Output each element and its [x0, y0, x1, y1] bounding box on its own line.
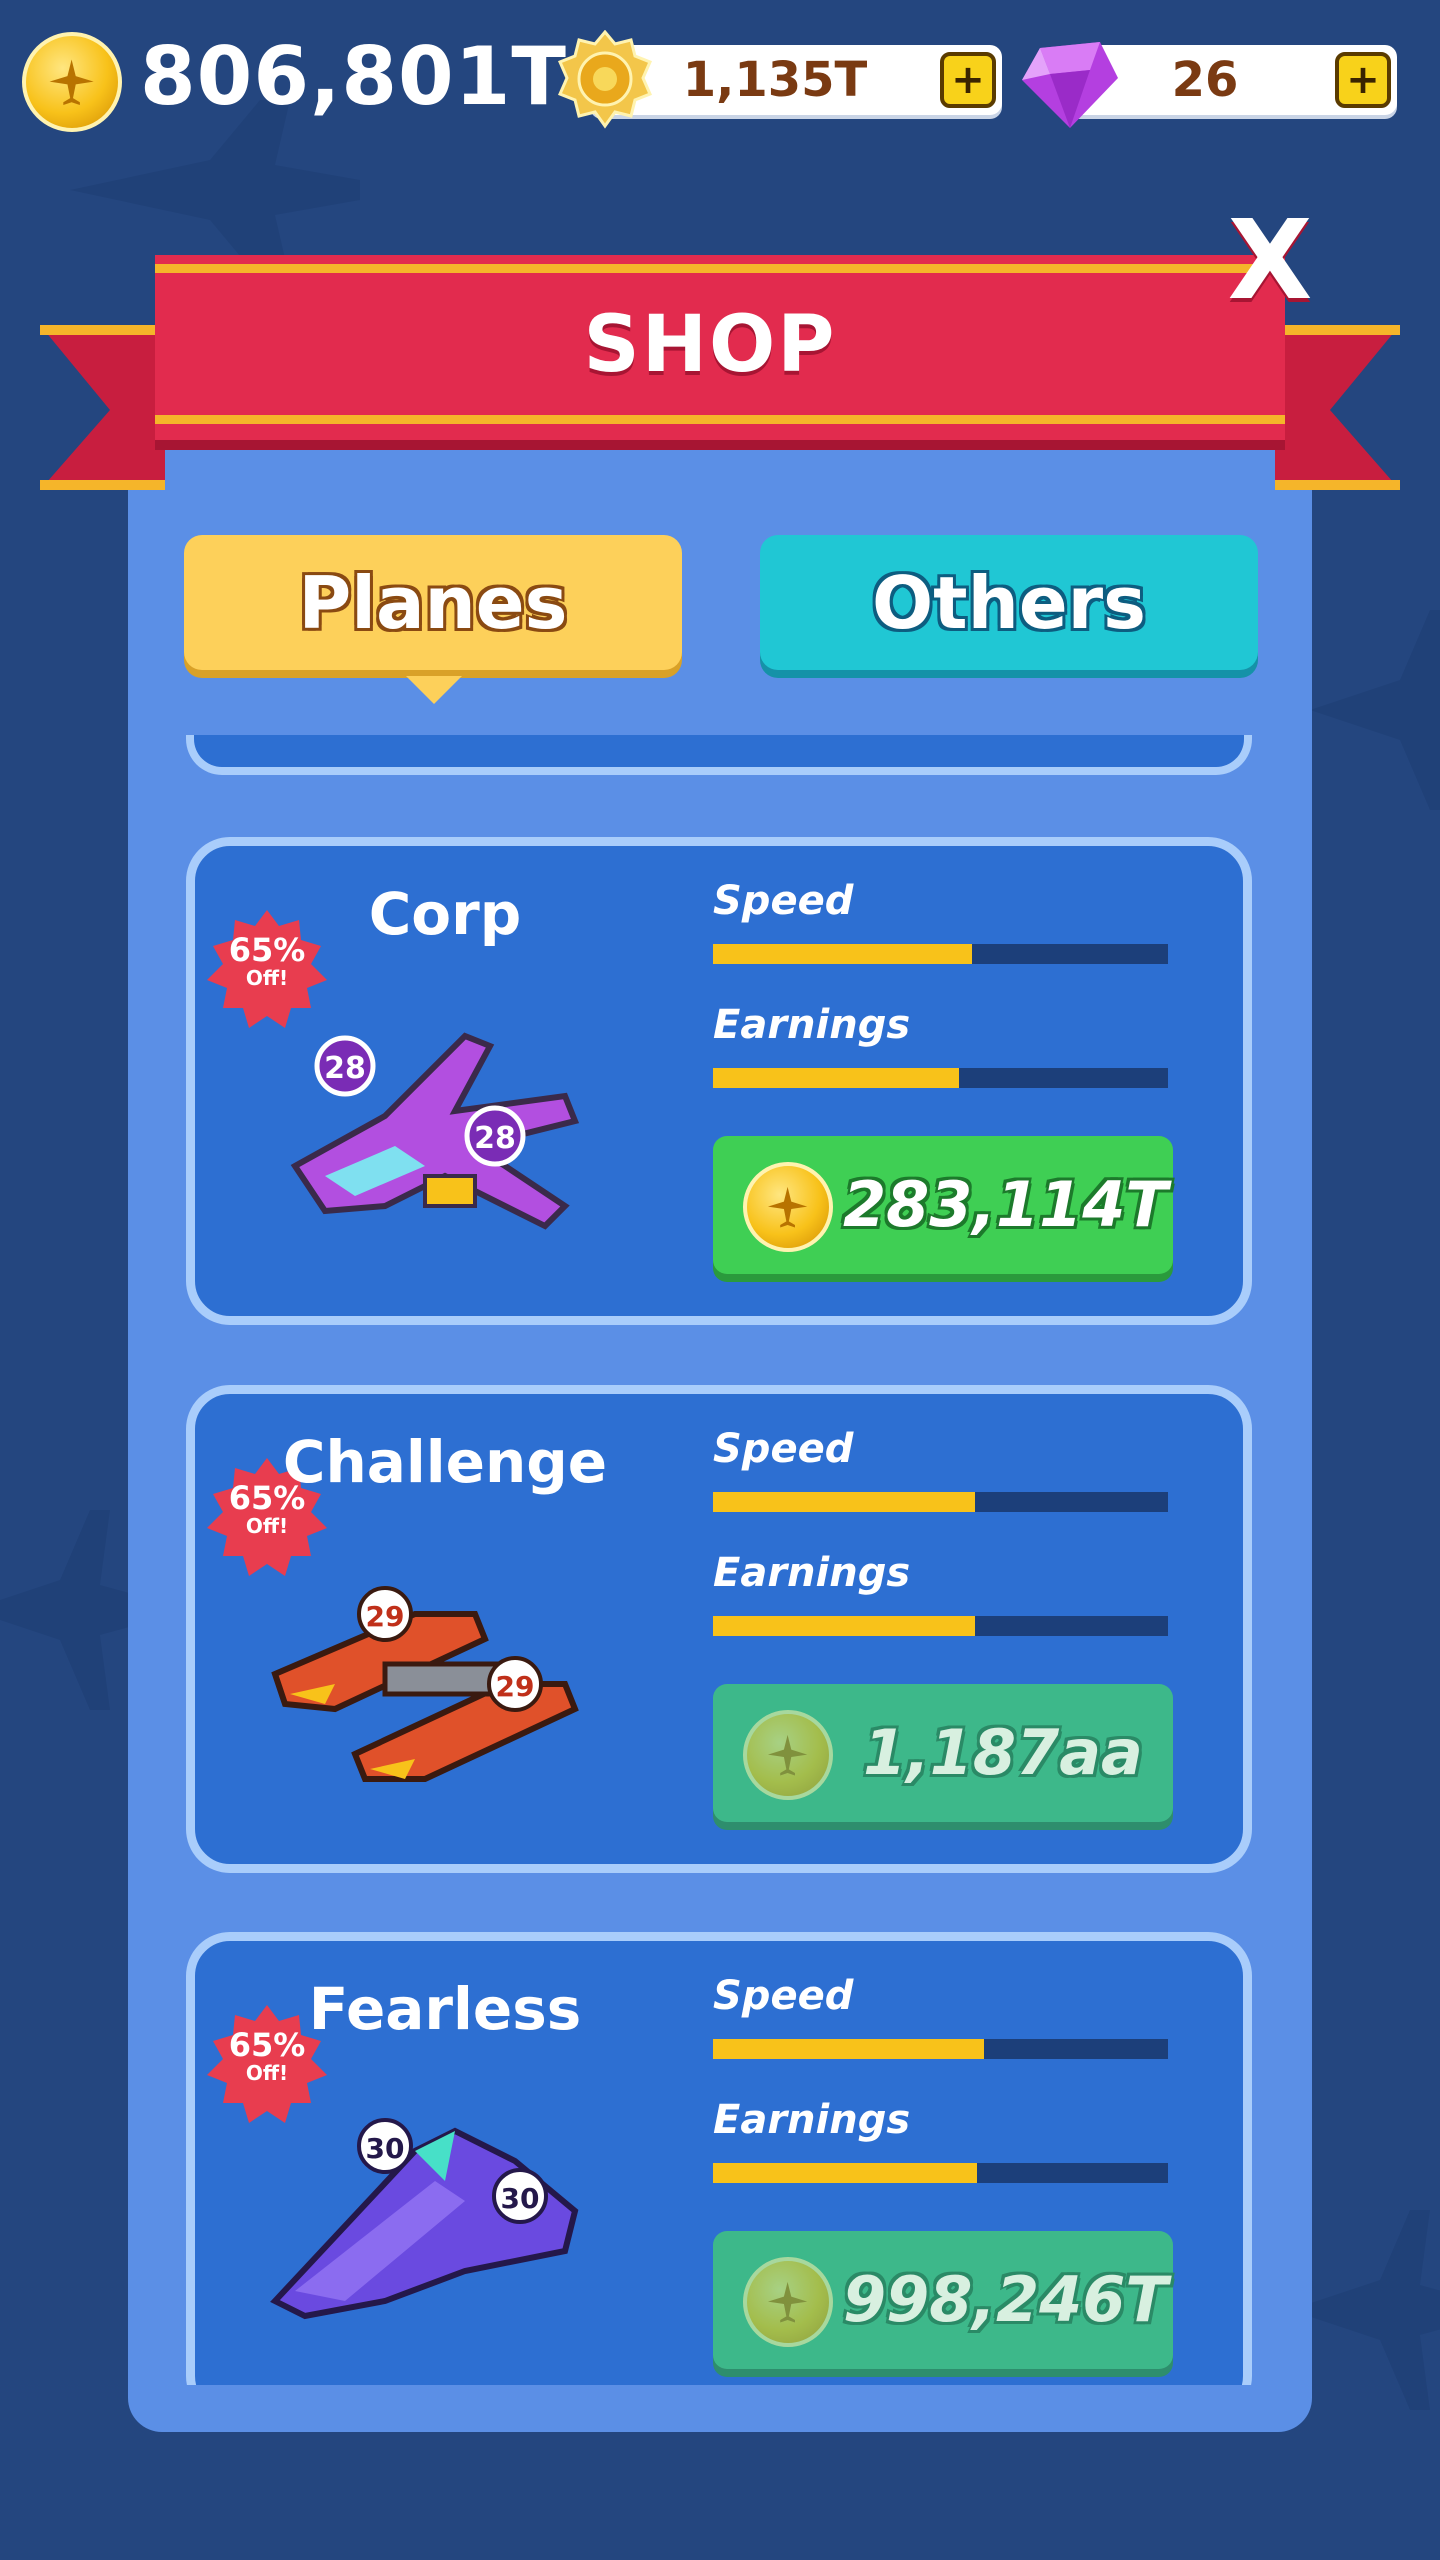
add-gems-button[interactable]: + — [1335, 52, 1391, 108]
buy-price: 1,187aa — [863, 1716, 1143, 1789]
svg-text:30: 30 — [501, 2182, 540, 2215]
gold-coin-icon — [22, 32, 122, 132]
tab-others[interactable]: Others — [760, 535, 1258, 670]
previous-card-edge — [186, 735, 1252, 775]
speed-label: Speed — [713, 1426, 854, 1472]
speed-label: Speed — [713, 878, 854, 924]
svg-text:30: 30 — [366, 2132, 405, 2165]
orange-racer-icon: 29 29 — [271, 1586, 579, 1782]
gold-coin-icon — [743, 2257, 833, 2347]
medal-amount: 1,135T — [682, 52, 868, 108]
add-medals-button[interactable]: + — [940, 52, 996, 108]
speed-bar-fill — [713, 944, 973, 964]
earnings-label: Earnings — [713, 1002, 911, 1048]
close-button[interactable]: X — [1225, 205, 1315, 315]
speed-bar — [713, 944, 1168, 964]
earnings-bar-fill — [713, 2163, 977, 2183]
gold-coin-icon — [743, 1162, 833, 1252]
currency-bar: 806,801T 1,135T + 26 + — [0, 0, 1440, 150]
plane-card-corp: 65% Off! Corp 28 28 Speed Earnings 283,11… — [186, 837, 1252, 1325]
earnings-bar-fill — [713, 1616, 975, 1636]
plane-name: Fearless — [308, 1975, 582, 2043]
earnings-bar — [713, 1068, 1168, 1088]
speed-bar-fill — [713, 2039, 984, 2059]
buy-button[interactable]: 998,246T — [713, 2231, 1173, 2369]
plane-list[interactable]: 65% Off! Corp 28 28 Speed Earnings 283,11… — [186, 735, 1252, 2385]
tab-planes[interactable]: Planes — [184, 535, 682, 704]
violet-starfighter-icon: 30 30 — [270, 2118, 579, 2320]
plane-name: Challenge — [282, 1428, 608, 1496]
plane-card-challenge: 65% Off! Challenge 29 29 Speed Earnings 1… — [186, 1385, 1252, 1873]
background-plane-decoration — [1310, 610, 1440, 810]
buy-price: 998,246T — [843, 2263, 1168, 2336]
shop-title: SHOP — [583, 300, 837, 390]
earnings-bar-fill — [713, 1068, 959, 1088]
svg-text:28: 28 — [324, 1051, 366, 1086]
medal-icon — [558, 30, 652, 129]
earnings-label: Earnings — [713, 2097, 911, 2143]
speed-bar-fill — [713, 1492, 975, 1512]
buy-button[interactable]: 1,187aa — [713, 1684, 1173, 1822]
earnings-label: Earnings — [713, 1550, 911, 1596]
speed-bar — [713, 1492, 1168, 1512]
gem-amount: 26 — [1171, 52, 1239, 108]
buy-price: 283,114T — [843, 1168, 1168, 1241]
gold-coin-icon — [743, 1710, 833, 1800]
svg-text:28: 28 — [474, 1121, 516, 1156]
purple-jet-icon: 28 28 — [290, 1032, 580, 1230]
gold-amount: 806,801T — [140, 30, 567, 123]
earnings-bar — [713, 2163, 1168, 2183]
speed-bar — [713, 2039, 1168, 2059]
gem-icon — [1022, 42, 1118, 128]
speed-label: Speed — [713, 1973, 854, 2019]
svg-text:29: 29 — [496, 1670, 535, 1703]
plane-card-fearless: 65% Off! Fearless 30 30 Speed Earnings 99… — [186, 1932, 1252, 2385]
buy-button[interactable]: 283,114T — [713, 1136, 1173, 1274]
earnings-bar — [713, 1616, 1168, 1636]
svg-text:29: 29 — [366, 1600, 405, 1633]
plane-name: Corp — [368, 880, 522, 948]
